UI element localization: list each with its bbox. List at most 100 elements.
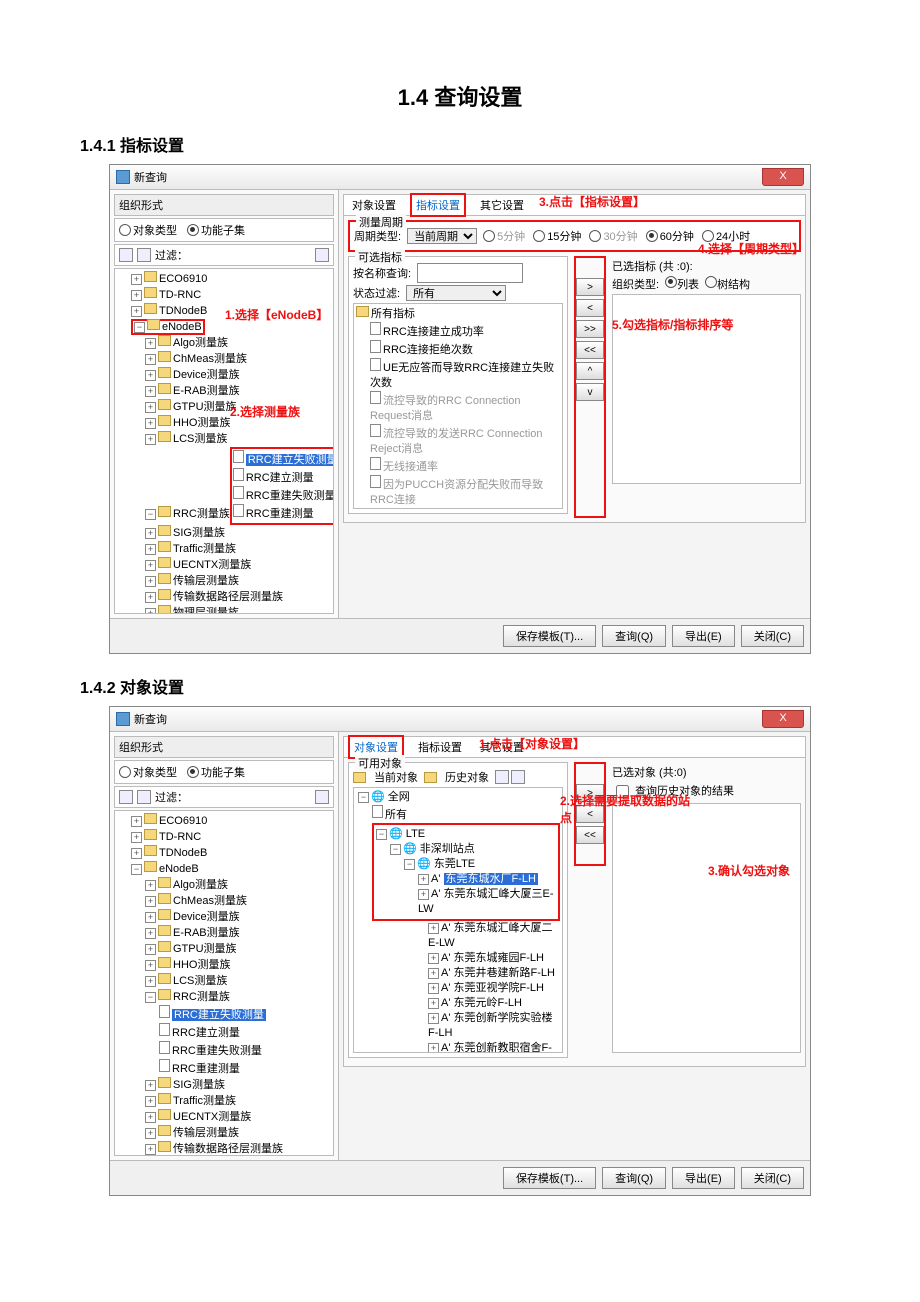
radio-list[interactable]: 列表	[665, 276, 699, 292]
move-up[interactable]: ^	[576, 362, 604, 380]
tree-item[interactable]: −RRC测量族RRC建立失败测量RRC建立测量RRC重建失败测量RRC重建测量	[145, 447, 331, 525]
tree-item[interactable]: RRC建立失败测量	[233, 450, 334, 468]
filter-icon[interactable]	[315, 248, 329, 262]
period-radio[interactable]: 5分钟	[483, 228, 525, 244]
tab-indicator[interactable]: 指标设置	[410, 193, 466, 217]
list-item[interactable]: 无线接通率	[370, 457, 560, 475]
tree-item[interactable]: −RRC测量族RRC建立失败测量RRC建立测量RRC重建失败测量RRC重建测量	[145, 989, 331, 1077]
list-item[interactable]: +A' 东莞亚视学院F-LH	[428, 981, 560, 996]
list-item[interactable]: +A' 东莞元岭F-LH	[428, 996, 560, 1011]
tree-item[interactable]: +Algo测量族	[145, 877, 331, 893]
tree-item[interactable]: RRC重建测量	[233, 504, 334, 522]
period-radio[interactable]: 30分钟	[589, 228, 637, 244]
app-icon	[116, 712, 130, 726]
list-item[interactable]: RRC连接建立成功率	[370, 322, 560, 340]
tree-item[interactable]: +SIG测量族	[145, 1077, 331, 1093]
tab-indicator[interactable]: 指标设置	[414, 737, 466, 757]
search-input[interactable]	[417, 263, 523, 283]
query-button[interactable]: 查询(Q)	[602, 1167, 666, 1189]
tree-item[interactable]: RRC重建失败测量	[233, 486, 334, 504]
list-item[interactable]: +A' 东莞创新教职宿舍F-LH	[428, 1041, 560, 1053]
radio-objtype[interactable]: 对象类型	[119, 764, 177, 780]
orgform-tree[interactable]: +ECO6910 +TD-RNC +TDNodeB −eNodeB +Algo测…	[114, 810, 334, 1156]
list-item[interactable]: 流控导致的RRC Connection Request消息	[370, 391, 560, 424]
export-button[interactable]: 导出(E)	[672, 1167, 735, 1189]
move-all-left[interactable]: <<	[576, 341, 604, 359]
tree-item[interactable]: +Algo测量族	[145, 335, 331, 351]
tree-item[interactable]: +LCS测量族	[145, 431, 331, 447]
tree-item[interactable]: +物理层测量族	[145, 605, 331, 614]
list-item[interactable]: UE无应答而导致RRC连接建立失败次数	[370, 358, 560, 391]
close-icon[interactable]: X	[762, 168, 804, 186]
tree-item[interactable]: RRC建立失败测量	[159, 1005, 331, 1023]
export-button[interactable]: 导出(E)	[672, 625, 735, 647]
move-all-right[interactable]: >>	[576, 320, 604, 338]
available-list[interactable]: 所有指标 RRC连接建立成功率RRC连接拒绝次数UE无应答而导致RRC连接建立失…	[353, 303, 563, 509]
refresh-icon[interactable]	[511, 770, 525, 784]
expand-icon[interactable]	[119, 248, 133, 262]
tree-item[interactable]: +Device测量族	[145, 367, 331, 383]
expand-icon[interactable]	[119, 790, 133, 804]
orgform-tree[interactable]: +ECO6910 +TD-RNC +TDNodeB −eNodeB +Algo测…	[114, 268, 334, 614]
tree-item[interactable]: +E-RAB测量族	[145, 925, 331, 941]
list-item[interactable]: RRC连接拒绝次数	[370, 340, 560, 358]
query-button[interactable]: 查询(Q)	[602, 625, 666, 647]
tree-item[interactable]: RRC建立测量	[159, 1023, 331, 1041]
tree-item[interactable]: +传输层测量族	[145, 1125, 331, 1141]
tree-item[interactable]: RRC重建失败测量	[159, 1041, 331, 1059]
folder-icon	[424, 772, 437, 783]
radio-funcset[interactable]: 功能子集	[187, 764, 245, 780]
collapse-icon[interactable]	[137, 248, 151, 262]
tab-other[interactable]: 其它设置	[476, 195, 528, 215]
period-radio[interactable]: 60分钟	[646, 228, 694, 244]
period-type-select[interactable]: 当前周期	[407, 228, 477, 244]
tree-item[interactable]: +UECNTX测量族	[145, 1109, 331, 1125]
tree-item[interactable]: +E-RAB测量族	[145, 383, 331, 399]
tree-item[interactable]: RRC建立测量	[233, 468, 334, 486]
cur-obj-tab[interactable]: 当前对象	[374, 769, 418, 785]
tree-item[interactable]: +传输数据路径层测量族	[145, 1141, 331, 1156]
hist-obj-tab[interactable]: 历史对象	[445, 769, 489, 785]
status-filter[interactable]: 所有	[406, 285, 506, 301]
list-item[interactable]: +A' 东莞创新学院实验楼F-LH	[428, 1011, 560, 1041]
list-item[interactable]: +A' 东莞井巷建新路F-LH	[428, 966, 560, 981]
save-template-button[interactable]: 保存模板(T)...	[503, 1167, 596, 1189]
tree-item[interactable]: +传输数据路径层测量族	[145, 589, 331, 605]
period-radio[interactable]: 15分钟	[533, 228, 581, 244]
radio-funcset[interactable]: 功能子集	[187, 222, 245, 238]
search-icon[interactable]	[495, 770, 509, 784]
tree-item[interactable]: +LCS测量族	[145, 973, 331, 989]
app-icon	[116, 170, 130, 184]
tree-item[interactable]: +ChMeas测量族	[145, 351, 331, 367]
move-right[interactable]: >	[576, 278, 604, 296]
close-button[interactable]: 关闭(C)	[741, 625, 804, 647]
collapse-icon[interactable]	[137, 790, 151, 804]
tree-item[interactable]: +GTPU测量族	[145, 941, 331, 957]
tree-item[interactable]: +传输层测量族	[145, 573, 331, 589]
tab-object[interactable]: 对象设置	[348, 195, 400, 215]
radio-objtype[interactable]: 对象类型	[119, 222, 177, 238]
tree-item[interactable]: +HHO测量族	[145, 957, 331, 973]
object-tree[interactable]: −🌐 全网 所有 −🌐 LTE −🌐 非深圳站点	[353, 787, 563, 1053]
tree-item[interactable]: +Device测量族	[145, 909, 331, 925]
move-all-left[interactable]: <<	[576, 826, 604, 844]
tree-item[interactable]: +UECNTX测量族	[145, 557, 331, 573]
tree-item[interactable]: +SIG测量族	[145, 525, 331, 541]
close-button[interactable]: 关闭(C)	[741, 1167, 804, 1189]
save-template-button[interactable]: 保存模板(T)...	[503, 625, 596, 647]
tree-item[interactable]: +ChMeas测量族	[145, 893, 331, 909]
tree-item[interactable]: +Traffic测量族	[145, 541, 331, 557]
tree-item[interactable]: RRC重建测量	[159, 1059, 331, 1077]
close-icon[interactable]: X	[762, 710, 804, 728]
list-item[interactable]: +A' 东莞东城雍园F-LH	[428, 951, 560, 966]
move-down[interactable]: v	[576, 383, 604, 401]
radio-tree[interactable]: 树结构	[705, 276, 750, 292]
selected-obj-list[interactable]	[612, 803, 801, 1053]
tree-item[interactable]: +Traffic测量族	[145, 1093, 331, 1109]
list-item[interactable]: 因为PUCCH资源分配失败而导致RRC连接	[370, 475, 560, 508]
list-item[interactable]: 流控导致的发送RRC Connection Reject消息	[370, 424, 560, 457]
move-left[interactable]: <	[576, 299, 604, 317]
filter-icon[interactable]	[315, 790, 329, 804]
list-item[interactable]: 因为SRS资源分配失败而导致RRC连接建立	[370, 508, 560, 509]
list-item[interactable]: +A' 东莞东城汇峰大厦二E-LW	[428, 921, 560, 951]
